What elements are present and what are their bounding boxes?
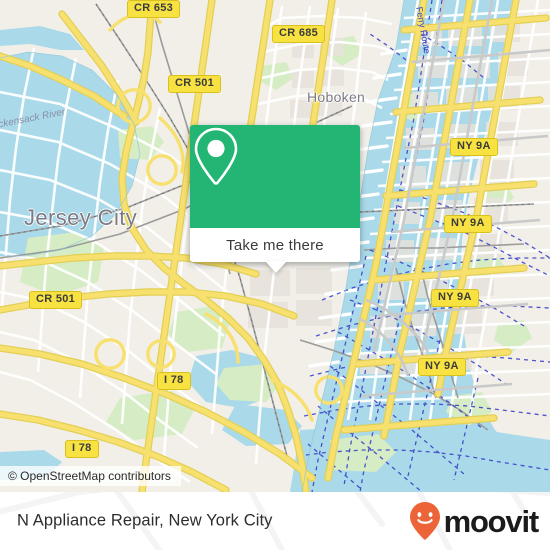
attribution-text: © OpenStreetMap contributors	[8, 469, 171, 483]
page-title: N Appliance Repair, New York City	[17, 511, 273, 530]
location-popup-card[interactable]: Take me there	[190, 125, 360, 273]
footer-bar: N Appliance Repair, New York City moovit	[0, 492, 550, 550]
road-shield: I 78	[157, 372, 191, 390]
road-shield: NY 9A	[418, 358, 466, 376]
map-screenshot: CR 653 CR 685 CR 501 CR 501 I 78 I 78 NY…	[0, 0, 550, 550]
road-shield: NY 9A	[431, 289, 479, 307]
moovit-smiley-pin-icon	[409, 502, 440, 540]
moovit-brand[interactable]: moovit	[408, 501, 540, 541]
place-label-jersey-city: Jersey City	[24, 205, 138, 230]
road-shield: NY 9A	[444, 215, 492, 233]
road-shield: I 78	[65, 440, 99, 458]
map-canvas[interactable]: CR 653 CR 685 CR 501 CR 501 I 78 I 78 NY…	[0, 0, 550, 492]
take-me-there-button[interactable]: Take me there	[190, 228, 360, 262]
road-shield: CR 685	[272, 25, 326, 43]
road-shield: NY 9A	[450, 138, 498, 156]
place-label-hoboken: Hoboken	[307, 89, 366, 105]
popup-pointer-tail	[265, 261, 287, 273]
road-shield: CR 501	[168, 75, 222, 93]
road-shield: CR 501	[29, 291, 83, 309]
map-pin-icon	[194, 127, 238, 185]
take-me-there-label: Take me there	[226, 236, 324, 254]
road-shield: CR 653	[127, 0, 181, 18]
popup-header	[190, 125, 360, 228]
moovit-wordmark: moovit	[443, 503, 540, 539]
map-attribution[interactable]: © OpenStreetMap contributors	[0, 466, 181, 486]
